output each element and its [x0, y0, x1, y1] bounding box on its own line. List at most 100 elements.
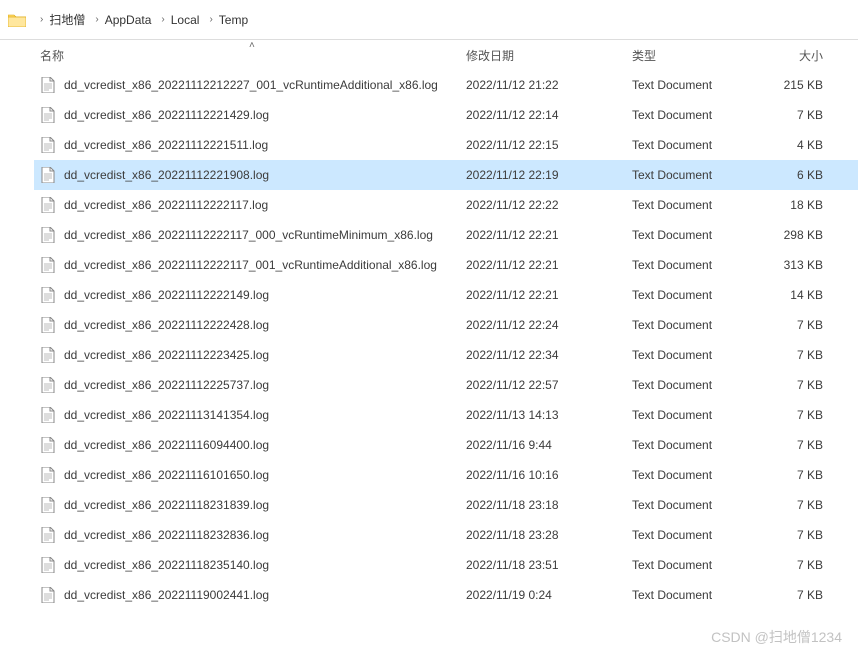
file-name: dd_vcredist_x86_20221112222149.log: [64, 288, 269, 302]
breadcrumb[interactable]: › AppData: [87, 0, 153, 39]
file-name: dd_vcredist_x86_20221112222117.log: [64, 198, 268, 212]
file-list[interactable]: dd_vcredist_x86_20221112212227_001_vcRun…: [34, 70, 858, 610]
file-row[interactable]: dd_vcredist_x86_20221112222117_001_vcRun…: [34, 250, 858, 280]
file-name: dd_vcredist_x86_20221119002441.log: [64, 588, 269, 602]
file-type: Text Document: [632, 138, 762, 152]
file-row[interactable]: dd_vcredist_x86_20221116101650.log 2022/1…: [34, 460, 858, 490]
file-type: Text Document: [632, 198, 762, 212]
file-name: dd_vcredist_x86_20221112223425.log: [64, 348, 269, 362]
file-name: dd_vcredist_x86_20221118232836.log: [64, 528, 269, 542]
file-size: 18 KB: [762, 198, 832, 212]
file-date: 2022/11/12 22:14: [466, 108, 632, 122]
file-type: Text Document: [632, 228, 762, 242]
chevron-right-icon: ›: [209, 14, 212, 25]
text-file-icon: [40, 347, 56, 363]
file-date: 2022/11/16 9:44: [466, 438, 632, 452]
file-date: 2022/11/16 10:16: [466, 468, 632, 482]
file-type: Text Document: [632, 498, 762, 512]
file-name: dd_vcredist_x86_20221112212227_001_vcRun…: [64, 78, 438, 92]
file-name: dd_vcredist_x86_20221112221429.log: [64, 108, 269, 122]
breadcrumb-label: AppData: [105, 13, 152, 27]
file-size: 7 KB: [762, 468, 832, 482]
file-name: dd_vcredist_x86_20221112222428.log: [64, 318, 269, 332]
file-name: dd_vcredist_x86_20221112225737.log: [64, 378, 269, 392]
file-size: 298 KB: [762, 228, 832, 242]
file-row[interactable]: dd_vcredist_x86_20221112222149.log 2022/1…: [34, 280, 858, 310]
text-file-icon: [40, 437, 56, 453]
file-name: dd_vcredist_x86_20221113141354.log: [64, 408, 269, 422]
address-bar[interactable]: › 扫地僧 › AppData › Local › Temp: [0, 0, 858, 40]
file-row[interactable]: dd_vcredist_x86_20221112221908.log2022/1…: [34, 160, 858, 190]
file-size: 7 KB: [762, 108, 832, 122]
file-date: 2022/11/12 22:24: [466, 318, 632, 332]
text-file-icon: [40, 257, 56, 273]
file-type: Text Document: [632, 108, 762, 122]
text-file-icon: [40, 557, 56, 573]
file-row[interactable]: dd_vcredist_x86_20221112222428.log 2022/1…: [34, 310, 858, 340]
file-date: 2022/11/12 22:57: [466, 378, 632, 392]
text-file-icon: [40, 227, 56, 243]
text-file-icon: [40, 167, 56, 183]
text-file-icon: [40, 377, 56, 393]
file-type: Text Document: [632, 78, 762, 92]
file-name: dd_vcredist_x86_20221112222117_001_vcRun…: [64, 258, 437, 272]
file-row[interactable]: dd_vcredist_x86_20221112222117_000_vcRun…: [34, 220, 858, 250]
file-size: 313 KB: [762, 258, 832, 272]
column-header-type[interactable]: 类型: [632, 47, 762, 64]
file-size: 7 KB: [762, 588, 832, 602]
breadcrumb[interactable]: › 扫地僧: [32, 0, 87, 39]
file-row[interactable]: dd_vcredist_x86_20221119002441.log 2022/1…: [34, 580, 858, 610]
text-file-icon: [40, 317, 56, 333]
file-size: 7 KB: [762, 378, 832, 392]
file-row[interactable]: dd_vcredist_x86_20221118235140.log2022/1…: [34, 550, 858, 580]
text-file-icon: [40, 467, 56, 483]
file-row[interactable]: dd_vcredist_x86_20221112223425.log 2022/1…: [34, 340, 858, 370]
file-type: Text Document: [632, 318, 762, 332]
file-type: Text Document: [632, 348, 762, 362]
file-row[interactable]: dd_vcredist_x86_20221113141354.log2022/1…: [34, 400, 858, 430]
file-row[interactable]: dd_vcredist_x86_20221112221511.log2022/1…: [34, 130, 858, 160]
file-size: 6 KB: [762, 168, 832, 182]
file-row[interactable]: dd_vcredist_x86_20221112221429.log 2022/1…: [34, 100, 858, 130]
text-file-icon: [40, 77, 56, 93]
text-file-icon: [40, 197, 56, 213]
file-row[interactable]: dd_vcredist_x86_20221112222117.log 2022/1…: [34, 190, 858, 220]
file-type: Text Document: [632, 528, 762, 542]
text-file-icon: [40, 527, 56, 543]
file-type: Text Document: [632, 258, 762, 272]
text-file-icon: [40, 497, 56, 513]
text-file-icon: [40, 587, 56, 603]
file-name: dd_vcredist_x86_20221112221511.log: [64, 138, 268, 152]
chevron-right-icon: ›: [95, 14, 98, 25]
file-date: 2022/11/12 22:22: [466, 198, 632, 212]
file-row[interactable]: dd_vcredist_x86_20221116094400.log 2022/1…: [34, 430, 858, 460]
text-file-icon: [40, 137, 56, 153]
file-row[interactable]: dd_vcredist_x86_20221112225737.log 2022/1…: [34, 370, 858, 400]
file-name: dd_vcredist_x86_20221116094400.log: [64, 438, 269, 452]
breadcrumb-label: 扫地僧: [49, 11, 85, 28]
file-type: Text Document: [632, 168, 762, 182]
file-date: 2022/11/18 23:28: [466, 528, 632, 542]
file-date: 2022/11/12 22:34: [466, 348, 632, 362]
file-size: 14 KB: [762, 288, 832, 302]
file-date: 2022/11/19 0:24: [466, 588, 632, 602]
sort-asc-icon: ˄: [249, 40, 255, 51]
file-row[interactable]: dd_vcredist_x86_20221118232836.log 2022/1…: [34, 520, 858, 550]
file-name: dd_vcredist_x86_20221116101650.log: [64, 468, 269, 482]
file-size: 7 KB: [762, 528, 832, 542]
file-type: Text Document: [632, 288, 762, 302]
file-size: 215 KB: [762, 78, 832, 92]
column-header-date[interactable]: 修改日期: [466, 47, 632, 64]
file-date: 2022/11/18 23:18: [466, 498, 632, 512]
file-date: 2022/11/12 22:21: [466, 228, 632, 242]
file-size: 4 KB: [762, 138, 832, 152]
column-header-size[interactable]: 大小: [762, 47, 832, 64]
text-file-icon: [40, 407, 56, 423]
file-row[interactable]: dd_vcredist_x86_20221118231839.log2022/1…: [34, 490, 858, 520]
file-row[interactable]: dd_vcredist_x86_20221112212227_001_vcRun…: [34, 70, 858, 100]
folder-icon: [8, 13, 26, 27]
file-date: 2022/11/12 22:21: [466, 288, 632, 302]
breadcrumb[interactable]: › Local: [153, 0, 201, 39]
breadcrumb[interactable]: › Temp: [201, 0, 250, 39]
file-size: 7 KB: [762, 408, 832, 422]
